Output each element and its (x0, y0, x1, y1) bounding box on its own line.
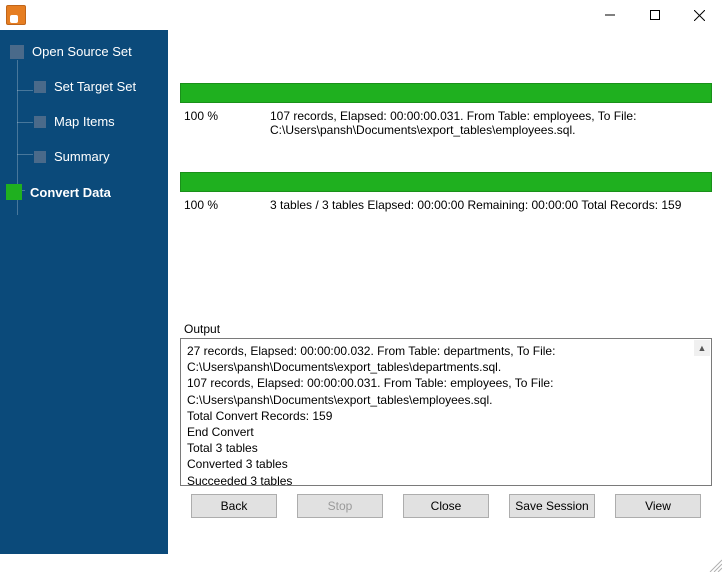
step-box-icon (34, 151, 46, 163)
output-line: Total Convert Records: 159 (187, 408, 693, 424)
output-log[interactable]: ▲ 27 records, Elapsed: 00:00:00.032. Fro… (180, 338, 712, 486)
resize-grip-icon[interactable] (706, 556, 722, 572)
nav-summary[interactable]: Summary (0, 145, 168, 168)
progress-bar (180, 172, 712, 192)
back-button[interactable]: Back (191, 494, 277, 518)
progress-percent: 100 % (184, 109, 254, 137)
close-button-action[interactable]: Close (403, 494, 489, 518)
output-line: Converted 3 tables (187, 456, 693, 472)
nav-convert-data[interactable]: Convert Data (0, 180, 168, 204)
view-button[interactable]: View (615, 494, 701, 518)
step-box-active-icon (6, 184, 22, 200)
progress-percent: 100 % (184, 198, 254, 212)
content-panel: 100 % 107 records, Elapsed: 00:00:00.031… (168, 30, 722, 554)
button-row: Back Stop Close Save Session View (180, 486, 712, 518)
title-bar (0, 0, 722, 30)
nav-set-target-set[interactable]: Set Target Set (0, 75, 168, 98)
nav-label: Summary (54, 149, 110, 164)
save-session-button[interactable]: Save Session (509, 494, 595, 518)
progress-details: 3 tables / 3 tables Elapsed: 00:00:00 Re… (270, 198, 712, 212)
nav-label: Open Source Set (32, 44, 132, 59)
overall-progress: 100 % 3 tables / 3 tables Elapsed: 00:00… (180, 172, 712, 212)
output-line: 107 records, Elapsed: 00:00:00.031. From… (187, 375, 693, 407)
output-line: Total 3 tables (187, 440, 693, 456)
output-line: 27 records, Elapsed: 00:00:00.032. From … (187, 343, 693, 375)
close-button[interactable] (677, 1, 722, 29)
output-label: Output (180, 322, 712, 336)
nav-map-items[interactable]: Map Items (0, 110, 168, 133)
step-box-icon (10, 45, 24, 59)
main-content: Open Source Set Set Target Set Map Items… (0, 30, 722, 554)
step-box-icon (34, 81, 46, 93)
step-box-icon (34, 116, 46, 128)
current-table-progress: 100 % 107 records, Elapsed: 00:00:00.031… (180, 83, 712, 137)
progress-text-line: 100 % 107 records, Elapsed: 00:00:00.031… (180, 109, 712, 137)
progress-bar (180, 83, 712, 103)
nav-label: Set Target Set (54, 79, 136, 94)
app-icon (6, 5, 26, 25)
nav-label: Map Items (54, 114, 115, 129)
minimize-button[interactable] (587, 1, 632, 29)
wizard-sidebar: Open Source Set Set Target Set Map Items… (0, 30, 168, 554)
window-buttons (587, 1, 722, 29)
maximize-button[interactable] (632, 1, 677, 29)
nav-label: Convert Data (30, 185, 111, 200)
output-line: Succeeded 3 tables (187, 473, 693, 487)
scroll-up-button[interactable]: ▲ (694, 340, 710, 356)
stop-button[interactable]: Stop (297, 494, 383, 518)
output-lines: 27 records, Elapsed: 00:00:00.032. From … (187, 343, 693, 486)
progress-details: 107 records, Elapsed: 00:00:00.031. From… (270, 109, 712, 137)
nav-open-source-set[interactable]: Open Source Set (0, 40, 168, 63)
output-line: End Convert (187, 424, 693, 440)
progress-text-line: 100 % 3 tables / 3 tables Elapsed: 00:00… (180, 198, 712, 212)
